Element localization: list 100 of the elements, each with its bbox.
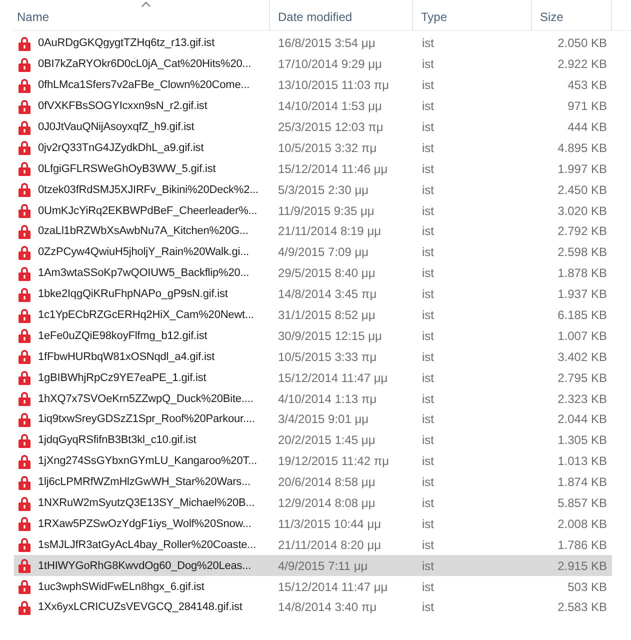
padlock-icon bbox=[18, 349, 31, 364]
file-row[interactable]: 1Xx6yxLCRICUZsVEVGCQ_284148.gif.ist 14/8/2014 3:40 πμ ist 2.583 KB bbox=[14, 597, 612, 618]
file-row[interactable]: 0zaLl1bRZWbXsAwbNu7A_Kitchen%20G... 21/11/2014 8:19 μμ ist 2.792 KB bbox=[14, 221, 612, 242]
padlock-icon bbox=[18, 308, 31, 323]
file-size: 1.013 KB bbox=[556, 454, 608, 468]
file-type: ist bbox=[421, 328, 435, 343]
date-modified: 10/5/2015 3:33 πμ bbox=[277, 350, 378, 364]
file-size: 4.895 KB bbox=[556, 140, 608, 155]
padlock-icon bbox=[18, 432, 31, 448]
file-name: 1iq9txwSreyGDSzZ1Spr_Roof%20Parkour.... bbox=[38, 413, 255, 426]
file-row[interactable]: 1Am3wtaSSoKp7wQOIUW5_Backflip%20... 29/5/2015 8:40 μμ ist 1.878 KB bbox=[14, 262, 612, 284]
date-modified: 11/3/2015 10:44 μμ bbox=[277, 516, 382, 531]
padlock-icon bbox=[18, 391, 31, 406]
file-row[interactable]: 1NXRuW2mSyutzQ3E13SY_Michael%20B... 12/9/2014 8:08 μμ ist 5.857 KB bbox=[14, 492, 612, 514]
column-header[interactable]: Type bbox=[421, 10, 448, 24]
padlock-icon bbox=[18, 78, 31, 93]
file-type: ist bbox=[421, 204, 435, 218]
file-type: ist bbox=[421, 99, 435, 114]
file-type: ist bbox=[421, 140, 435, 155]
file-row[interactable]: 1tHIWYGoRhG8KwvdOg60_Dog%20Leas... 4/9/2015 7:11 μμ ist 2.915 KB bbox=[14, 555, 612, 576]
file-type: ist bbox=[421, 600, 435, 614]
file-name: 0fVXKFBsSOGYIcxxn9sN_r2.gif.ist bbox=[38, 100, 208, 112]
file-row[interactable]: 0J0JtVauQNijAsoyxqfZ_h9.gif.ist 25/3/2015 12:03 πμ ist 444 KB bbox=[14, 116, 612, 138]
file-type: ist bbox=[421, 454, 435, 468]
file-row[interactable]: 0BI7kZaRYOkr6D0cL0jA_Cat%20Hits%20... 17/10/2014 9:29 μμ ist 2.922 KB bbox=[14, 54, 612, 75]
padlock-icon bbox=[18, 600, 31, 615]
file-row[interactable]: 1hXQ7x7SVOeKrn5ZZwpQ_Duck%20Bite.... 4/10/2014 1:13 πμ ist 2.323 KB bbox=[14, 388, 612, 410]
file-row[interactable]: 1gBIBWhjRpCz9YE7eaPE_1.gif.ist 15/12/2014 11:47 μμ ist 2.795 KB bbox=[14, 367, 612, 388]
date-modified: 16/8/2015 3:54 μμ bbox=[277, 36, 376, 50]
file-size: 2.915 KB bbox=[556, 558, 608, 573]
file-name: 1hXQ7x7SVOeKrn5ZZwpQ_Duck%20Bite.... bbox=[38, 392, 254, 405]
file-row[interactable]: 0tzek03fRdSMJ5XJIRFv_Bikini%20Deck%2... 5/3/2015 2:30 μμ ist 2.450 KB bbox=[14, 179, 612, 200]
file-name: 1jdqGyqRSfifnB3Bt3kl_c10.gif.ist bbox=[38, 434, 196, 446]
date-modified: 19/12/2015 11:42 πμ bbox=[277, 454, 390, 468]
file-type: ist bbox=[421, 224, 435, 238]
file-row[interactable]: 1eFe0uZQiE98koyFlfmg_b12.gif.ist 30/9/2015 12:15 μμ ist 1.007 KB bbox=[14, 325, 612, 346]
padlock-icon bbox=[18, 224, 31, 239]
file-size: 2.008 KB bbox=[556, 516, 608, 531]
file-name: 1bke2IqgQiKRuFhpNAPo_gP9sN.gif.ist bbox=[38, 288, 228, 300]
file-row[interactable]: 1c1YpECbRZGcERHq2HiX_Cam%20Newt... 31/1/2015 8:52 μμ ist 6.185 KB bbox=[14, 304, 612, 326]
file-row[interactable]: 0UmKJcYiRq2EKBWPdBeF_Cheerleader%... 11/9/2015 9:35 μμ ist 3.020 KB bbox=[14, 200, 612, 222]
file-row[interactable]: 1sMJLJfR3atGyAcL4bay_Roller%20Coaste... 21/11/2014 8:20 μμ ist 1.786 KB bbox=[14, 534, 612, 556]
file-size: 2.922 KB bbox=[556, 57, 608, 72]
padlock-icon bbox=[18, 579, 31, 594]
file-name: 1jXng274SsGYbxnGYmLU_Kangaroo%20T... bbox=[38, 455, 257, 468]
file-type: ist bbox=[421, 538, 435, 552]
date-modified: 3/4/2015 9:01 μμ bbox=[277, 412, 370, 426]
date-modified: 29/5/2015 8:40 μμ bbox=[277, 266, 376, 280]
file-type: ist bbox=[421, 392, 435, 406]
padlock-icon bbox=[18, 286, 31, 302]
file-row[interactable]: 1uc3wphSWidFwELn8hgx_6.gif.ist 15/12/2014 11:47 μμ ist 503 KB bbox=[14, 576, 612, 598]
file-row[interactable]: 0fVXKFBsSOGYIcxxn9sN_r2.gif.ist 14/10/2014 1:53 μμ ist 971 KB bbox=[14, 96, 612, 117]
column-header[interactable]: Name bbox=[17, 10, 50, 24]
date-modified: 25/3/2015 12:03 πμ bbox=[277, 120, 384, 134]
file-type: ist bbox=[421, 370, 435, 385]
padlock-icon bbox=[18, 244, 31, 260]
file-row[interactable]: 1jXng274SsGYbxnGYmLU_Kangaroo%20T... 19/12/2015 11:42 πμ ist 1.013 KB bbox=[14, 450, 612, 472]
file-row[interactable]: 1fFbwHURbqW81xOSNqdl_a4.gif.ist 10/5/2015 3:33 πμ ist 3.402 KB bbox=[14, 346, 612, 368]
date-modified: 4/10/2014 1:13 πμ bbox=[277, 392, 378, 406]
file-name: 1lj6cLPMRfWZmHlzGwWH_Star%20Wars... bbox=[38, 476, 250, 488]
file-row[interactable]: 0fhLMca1Sfers7v2aFBe_Clown%20Come... 13/10/2015 11:03 πμ ist 453 KB bbox=[14, 74, 612, 96]
padlock-icon bbox=[18, 140, 31, 156]
file-row[interactable]: 1lj6cLPMRfWZmHlzGwWH_Star%20Wars... 20/6/2014 8:58 μμ ist 1.874 KB bbox=[14, 472, 612, 493]
file-name: 0ZzPCyw4QwiuH5jholjY_Rain%20Walk.gi... bbox=[38, 246, 249, 258]
date-modified: 14/8/2014 3:40 πμ bbox=[277, 600, 378, 614]
file-type: ist bbox=[421, 580, 435, 594]
file-row[interactable]: 1bke2IqgQiKRuFhpNAPo_gP9sN.gif.ist 14/8/2014 3:45 πμ ist 1.937 KB bbox=[14, 284, 612, 305]
file-name: 1tHIWYGoRhG8KwvdOg60_Dog%20Leas... bbox=[38, 560, 252, 572]
file-type: ist bbox=[421, 78, 435, 92]
padlock-icon bbox=[18, 328, 31, 344]
date-modified: 30/9/2015 12:15 μμ bbox=[277, 328, 383, 343]
file-row[interactable]: 0LfgiGFLRSWeGhOyB3WW_5.gif.ist 15/12/2014 11:46 μμ ist 1.997 KB bbox=[14, 158, 612, 180]
file-row[interactable]: 1iq9txwSreyGDSzZ1Spr_Roof%20Parkour.... 3/4/2015 9:01 μμ ist 2.044 KB bbox=[14, 409, 612, 430]
file-type: ist bbox=[421, 287, 435, 302]
file-row[interactable]: 0AuRDgGKQgygtTZHq6tz_r13.gif.ist 16/8/2015 3:54 μμ ist 2.050 KB bbox=[14, 33, 612, 54]
file-row[interactable]: 1jdqGyqRSfifnB3Bt3kl_c10.gif.ist 20/2/2015 1:45 μμ ist 1.305 KB bbox=[14, 430, 612, 451]
file-row[interactable]: 0ZzPCyw4QwiuH5jholjY_Rain%20Walk.gi... 4/9/2015 7:09 μμ ist 2.598 KB bbox=[14, 242, 612, 263]
padlock-icon bbox=[18, 56, 31, 72]
file-row[interactable]: 1RXaw5PZSwOzYdgF1iys_Wolf%20Snow... 11/3/2015 10:44 μμ ist 2.008 KB bbox=[14, 513, 612, 534]
date-modified: 31/1/2015 8:52 μμ bbox=[277, 308, 376, 322]
column-header[interactable]: Date modified bbox=[278, 10, 352, 24]
padlock-icon bbox=[18, 203, 31, 218]
file-size: 1.786 KB bbox=[556, 538, 608, 552]
file-name: 0AuRDgGKQgygtTZHq6tz_r13.gif.ist bbox=[38, 37, 215, 50]
file-type: ist bbox=[421, 412, 435, 426]
file-name: 1sMJLJfR3atGyAcL4bay_Roller%20Coaste... bbox=[38, 538, 256, 551]
date-modified: 14/10/2014 1:53 μμ bbox=[277, 99, 383, 114]
file-size: 503 KB bbox=[566, 580, 608, 594]
file-size: 2.795 KB bbox=[556, 370, 608, 385]
file-size: 5.857 KB bbox=[556, 496, 608, 510]
file-type: ist bbox=[421, 245, 435, 260]
file-row[interactable]: 0jv2rQ33TnG4JZydkDhL_a9.gif.ist 10/5/2015 3:32 πμ ist 4.895 KB bbox=[14, 137, 612, 158]
file-size: 1.997 KB bbox=[556, 162, 608, 176]
padlock-icon bbox=[18, 120, 31, 134]
file-name: 1eFe0uZQiE98koyFlfmg_b12.gif.ist bbox=[38, 330, 208, 342]
file-type: ist bbox=[421, 558, 435, 573]
column-header[interactable]: Size bbox=[540, 10, 564, 24]
file-size: 1.937 KB bbox=[556, 287, 608, 302]
date-modified: 15/12/2014 11:47 μμ bbox=[277, 370, 389, 385]
file-size: 2.450 KB bbox=[556, 182, 608, 197]
